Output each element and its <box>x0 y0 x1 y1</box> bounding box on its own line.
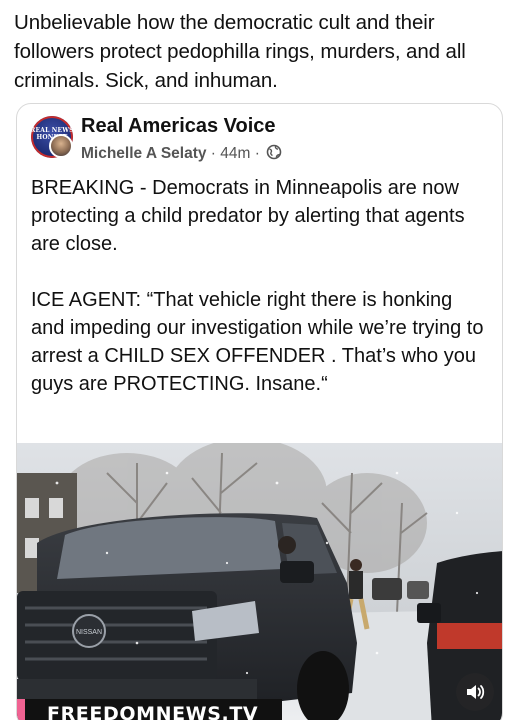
globe-icon <box>266 144 282 165</box>
freedomnews-watermark: FREEDOMNEWS.TV <box>17 699 282 720</box>
post-time[interactable]: 44m <box>220 145 250 162</box>
post-paragraph: BREAKING - Democrats in Minneapolis are … <box>31 177 465 255</box>
speaker-icon[interactable] <box>456 673 494 711</box>
author-avatar[interactable] <box>49 134 73 158</box>
post-paragraph: ICE AGENT: “That vehicle right there is … <box>31 289 484 395</box>
meta-separator: · <box>210 145 216 162</box>
video-player[interactable]: NISSAN FREEDOMNEWS.TV <box>17 443 502 720</box>
video-frame: NISSAN <box>17 443 502 720</box>
shared-post-card[interactable]: REAL NEWS HONEST Real Americas Voice Mic… <box>16 103 503 720</box>
watermark-text: FREEDOMNEWS.TV <box>47 703 259 720</box>
page-name[interactable]: Real Americas Voice <box>81 115 276 138</box>
meta-separator: · <box>254 145 260 162</box>
post-body-text: Unbelievable how the democratic cult and… <box>14 11 466 92</box>
watermark-accent-bar <box>17 699 25 720</box>
post-meta: Michelle A Selaty · 44m · <box>81 144 282 165</box>
shared-post-header: REAL NEWS HONEST Real Americas Voice Mic… <box>17 104 502 166</box>
truck-badge-text: NISSAN <box>76 629 102 636</box>
author-name[interactable]: Michelle A Selaty <box>81 145 206 162</box>
shared-post-text: BREAKING - Democrats in Minneapolis are … <box>31 174 491 426</box>
